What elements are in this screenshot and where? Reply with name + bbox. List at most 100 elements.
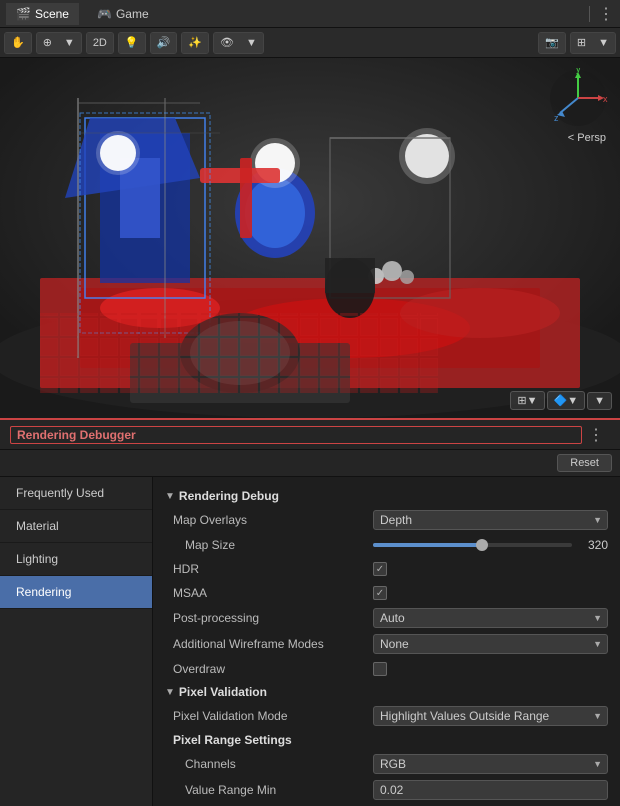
overdraw-value [373, 662, 608, 676]
svg-text:y: y [576, 68, 581, 74]
lighting-label: Lighting [16, 552, 58, 566]
svg-text:x: x [603, 94, 608, 104]
debugger-panel: Rendering Debugger ⋮ Reset Frequently Us… [0, 418, 620, 806]
scene-toolbar: ✋ ⊕ ▼ 2D 💡 🔊 ✨ 👁 ▼ 📷 ⊞ ▼ [0, 28, 620, 58]
wireframe-dropdown-wrapper: None Wireframe Shaded Wireframe [373, 634, 608, 654]
reset-button[interactable]: Reset [557, 454, 612, 472]
options-icon: ⋮ [598, 4, 614, 24]
viewport-bottom-bar: ⊞▼ 🔷▼ ▼ [510, 391, 612, 410]
map-overlays-dropdown[interactable]: Depth None Normals Motion Vectors [373, 510, 608, 530]
viewport-canvas: y x z < Persp ⊞▼ 🔷▼ ▼ [0, 58, 620, 418]
main-content: Frequently Used Material Lighting Render… [0, 477, 620, 806]
grid-btn[interactable]: ⊞ [571, 32, 592, 54]
overdraw-checkbox[interactable] [373, 662, 387, 676]
channels-dropdown[interactable]: RGB R G B A [373, 754, 608, 774]
sidebar-item-rendering[interactable]: Rendering [0, 576, 152, 609]
channels-value: RGB R G B A [373, 754, 608, 774]
hand-tool-group: ✋ [4, 32, 32, 54]
map-size-slider[interactable] [373, 543, 572, 547]
pixel-validation-mode-value: Highlight Values Outside Range Disabled … [373, 706, 608, 726]
viewport-more-btn[interactable]: ▼ [587, 392, 612, 410]
viewport-render-btn[interactable]: 🔷▼ [547, 391, 586, 410]
overdraw-label: Overdraw [173, 662, 373, 676]
map-size-row: Map Size 320 [153, 533, 620, 557]
view-group: 👁 ▼ [213, 32, 264, 54]
channels-row: Channels RGB R G B A [153, 751, 620, 777]
pivot-dropdown-btn[interactable]: ▼ [58, 32, 81, 54]
view-dropdown-btn[interactable]: ▼ [240, 32, 263, 54]
hdr-row: HDR ✓ [153, 557, 620, 581]
pixel-validation-mode-dropdown[interactable]: Highlight Values Outside Range Disabled … [373, 706, 608, 726]
material-label: Material [16, 519, 59, 533]
debugger-header: Rendering Debugger ⋮ [0, 420, 620, 450]
2d-btn[interactable]: 2D [87, 32, 113, 54]
map-size-value: 320 [373, 538, 608, 552]
tab-game-label: Game [116, 7, 149, 21]
value-range-min-label: Value Range Min [173, 783, 373, 797]
grid-group: ⊞ ▼ [570, 32, 616, 54]
axis-gizmo: y x z [548, 68, 608, 128]
pixel-validation-section-header[interactable]: ▼ Pixel Validation [153, 681, 620, 703]
wireframe-value: None Wireframe Shaded Wireframe [373, 634, 608, 654]
tab-scene[interactable]: 🎬 Scene [6, 3, 79, 25]
pivot-group: ⊕ ▼ [36, 32, 82, 54]
audio-btn[interactable]: 🔊 [151, 32, 177, 54]
value-range-min-input[interactable] [373, 780, 608, 800]
rendering-debug-title: Rendering Debug [179, 489, 279, 503]
lighting-group: 💡 [118, 32, 146, 54]
wireframe-label: Additional Wireframe Modes [173, 637, 373, 651]
right-panel: ▼ Rendering Debug Map Overlays Depth Non… [153, 477, 620, 806]
post-processing-value: Auto Disabled Off [373, 608, 608, 628]
msaa-value: ✓ [373, 586, 608, 600]
wireframe-dropdown[interactable]: None Wireframe Shaded Wireframe [373, 634, 608, 654]
viewport-grid-btn[interactable]: ⊞▼ [510, 391, 544, 410]
hand-tool-btn[interactable]: ✋ [5, 32, 31, 54]
camera-btn[interactable]: 📷 [539, 32, 565, 54]
post-processing-dropdown[interactable]: Auto Disabled Off [373, 608, 608, 628]
map-overlays-label: Map Overlays [173, 513, 373, 527]
map-size-label: Map Size [173, 538, 373, 552]
audio-group: 🔊 [150, 32, 178, 54]
hdr-checkbox[interactable]: ✓ [373, 562, 387, 576]
fx-group: ✨ [181, 32, 209, 54]
channels-label: Channels [173, 757, 373, 771]
lighting-btn[interactable]: 💡 [119, 32, 145, 54]
debugger-menu-btn[interactable]: ⋮ [582, 425, 610, 445]
2d-group: 2D [86, 32, 114, 54]
scene-svg [0, 58, 620, 418]
debugger-title: Rendering Debugger [10, 426, 582, 444]
rendering-debug-triangle: ▼ [165, 491, 175, 502]
msaa-checkbox[interactable]: ✓ [373, 586, 387, 600]
svg-text:z: z [554, 113, 559, 123]
hdr-label: HDR [173, 562, 373, 576]
top-tab-bar: 🎬 Scene 🎮 Game ⋮ [0, 0, 620, 28]
pivot-btn[interactable]: ⊕ [37, 32, 58, 54]
tab-game[interactable]: 🎮 Game [87, 3, 159, 25]
sidebar-item-material[interactable]: Material [0, 510, 152, 543]
fx-btn[interactable]: ✨ [182, 32, 208, 54]
pixel-validation-triangle: ▼ [165, 687, 175, 698]
tab-scene-label: Scene [35, 7, 69, 21]
hdr-value: ✓ [373, 562, 608, 576]
map-size-slider-container: 320 [373, 538, 608, 552]
pixel-validation-mode-dropdown-wrapper: Highlight Values Outside Range Disabled … [373, 706, 608, 726]
rendering-label: Rendering [16, 585, 71, 599]
value-range-min-value [373, 780, 608, 800]
scene-icon: 🎬 [16, 7, 31, 21]
sidebar-item-frequently-used[interactable]: Frequently Used [0, 477, 152, 510]
sidebar-item-lighting[interactable]: Lighting [0, 543, 152, 576]
post-processing-dropdown-wrapper: Auto Disabled Off [373, 608, 608, 628]
persp-label: < Persp [568, 132, 606, 144]
map-overlays-value: Depth None Normals Motion Vectors [373, 510, 608, 530]
sidebar: Frequently Used Material Lighting Render… [0, 477, 153, 806]
pixel-validation-mode-row: Pixel Validation Mode Highlight Values O… [153, 703, 620, 729]
msaa-row: MSAA ✓ [153, 581, 620, 605]
viewport[interactable]: y x z < Persp ⊞▼ 🔷▼ ▼ [0, 58, 620, 418]
grid-dropdown-btn[interactable]: ▼ [592, 32, 615, 54]
view-btn[interactable]: 👁 [214, 32, 240, 54]
msaa-label: MSAA [173, 586, 373, 600]
pixel-validation-title: Pixel Validation [179, 685, 267, 699]
reset-bar: Reset [0, 450, 620, 477]
map-size-slider-thumb[interactable] [476, 539, 488, 551]
rendering-debug-section-header[interactable]: ▼ Rendering Debug [153, 485, 620, 507]
